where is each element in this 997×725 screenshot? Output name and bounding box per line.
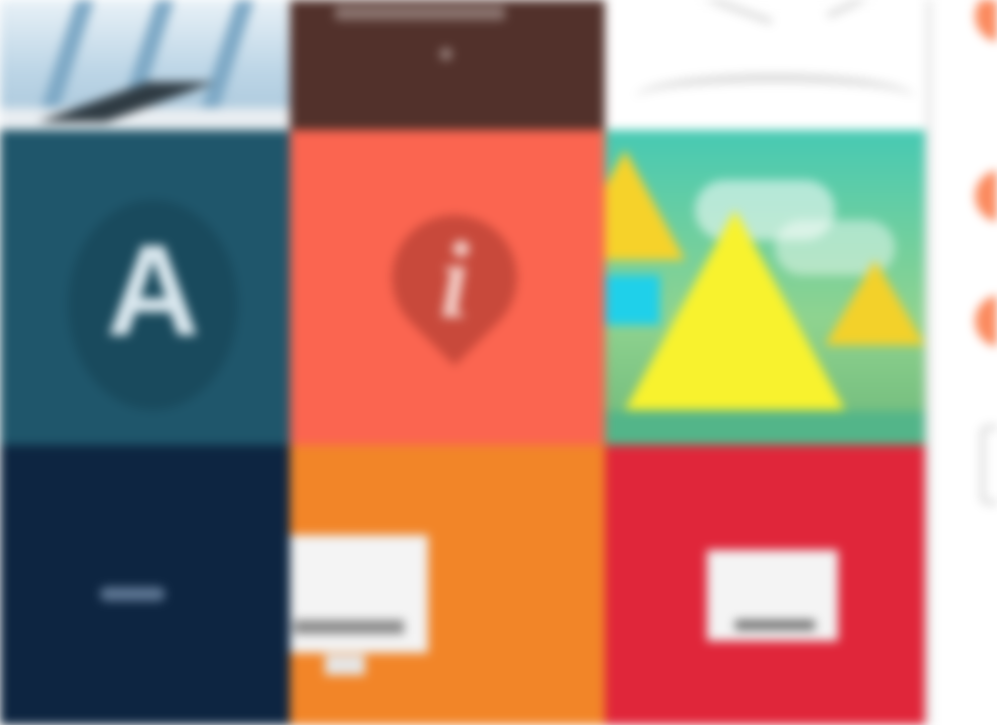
card-dot <box>440 48 452 60</box>
tile-brown-card[interactable] <box>290 0 605 130</box>
avatar-icon[interactable] <box>975 0 997 42</box>
ground-shape <box>605 411 925 445</box>
tile-navy-logo[interactable] <box>0 445 290 725</box>
tile-orange-screen[interactable] <box>290 445 605 725</box>
monitor-stand <box>325 655 365 675</box>
cyan-square-shape <box>605 275 660 325</box>
tile-building-photo[interactable] <box>0 0 290 130</box>
sketch-line <box>667 0 773 25</box>
sketch-arc <box>635 74 915 122</box>
tile-teal-letter-app[interactable]: A <box>0 130 290 445</box>
building-roof <box>10 82 240 122</box>
card-title-bar <box>335 6 505 20</box>
avatar-icon[interactable] <box>975 170 997 222</box>
tile-landscape-illustration[interactable] <box>605 130 925 445</box>
monitor-screen <box>290 535 428 653</box>
sidebar-divider <box>925 0 933 725</box>
right-sidebar <box>925 0 997 725</box>
sketch-line <box>826 0 884 19</box>
monitor-screen-bar <box>735 620 815 630</box>
gallery-page: A i <box>0 0 997 725</box>
monitor-screen-bar <box>294 620 404 634</box>
tile-white-sketch[interactable] <box>605 0 925 130</box>
tile-red-screen[interactable] <box>605 445 925 725</box>
mountain-shape <box>825 260 925 345</box>
tile-coral-info-app[interactable]: i <box>290 130 605 445</box>
logo-mark <box>100 587 165 601</box>
card-icon[interactable] <box>980 425 997 505</box>
info-icon: i <box>439 219 470 341</box>
avatar-icon[interactable] <box>975 295 997 347</box>
letter-a-icon: A <box>106 217 200 363</box>
